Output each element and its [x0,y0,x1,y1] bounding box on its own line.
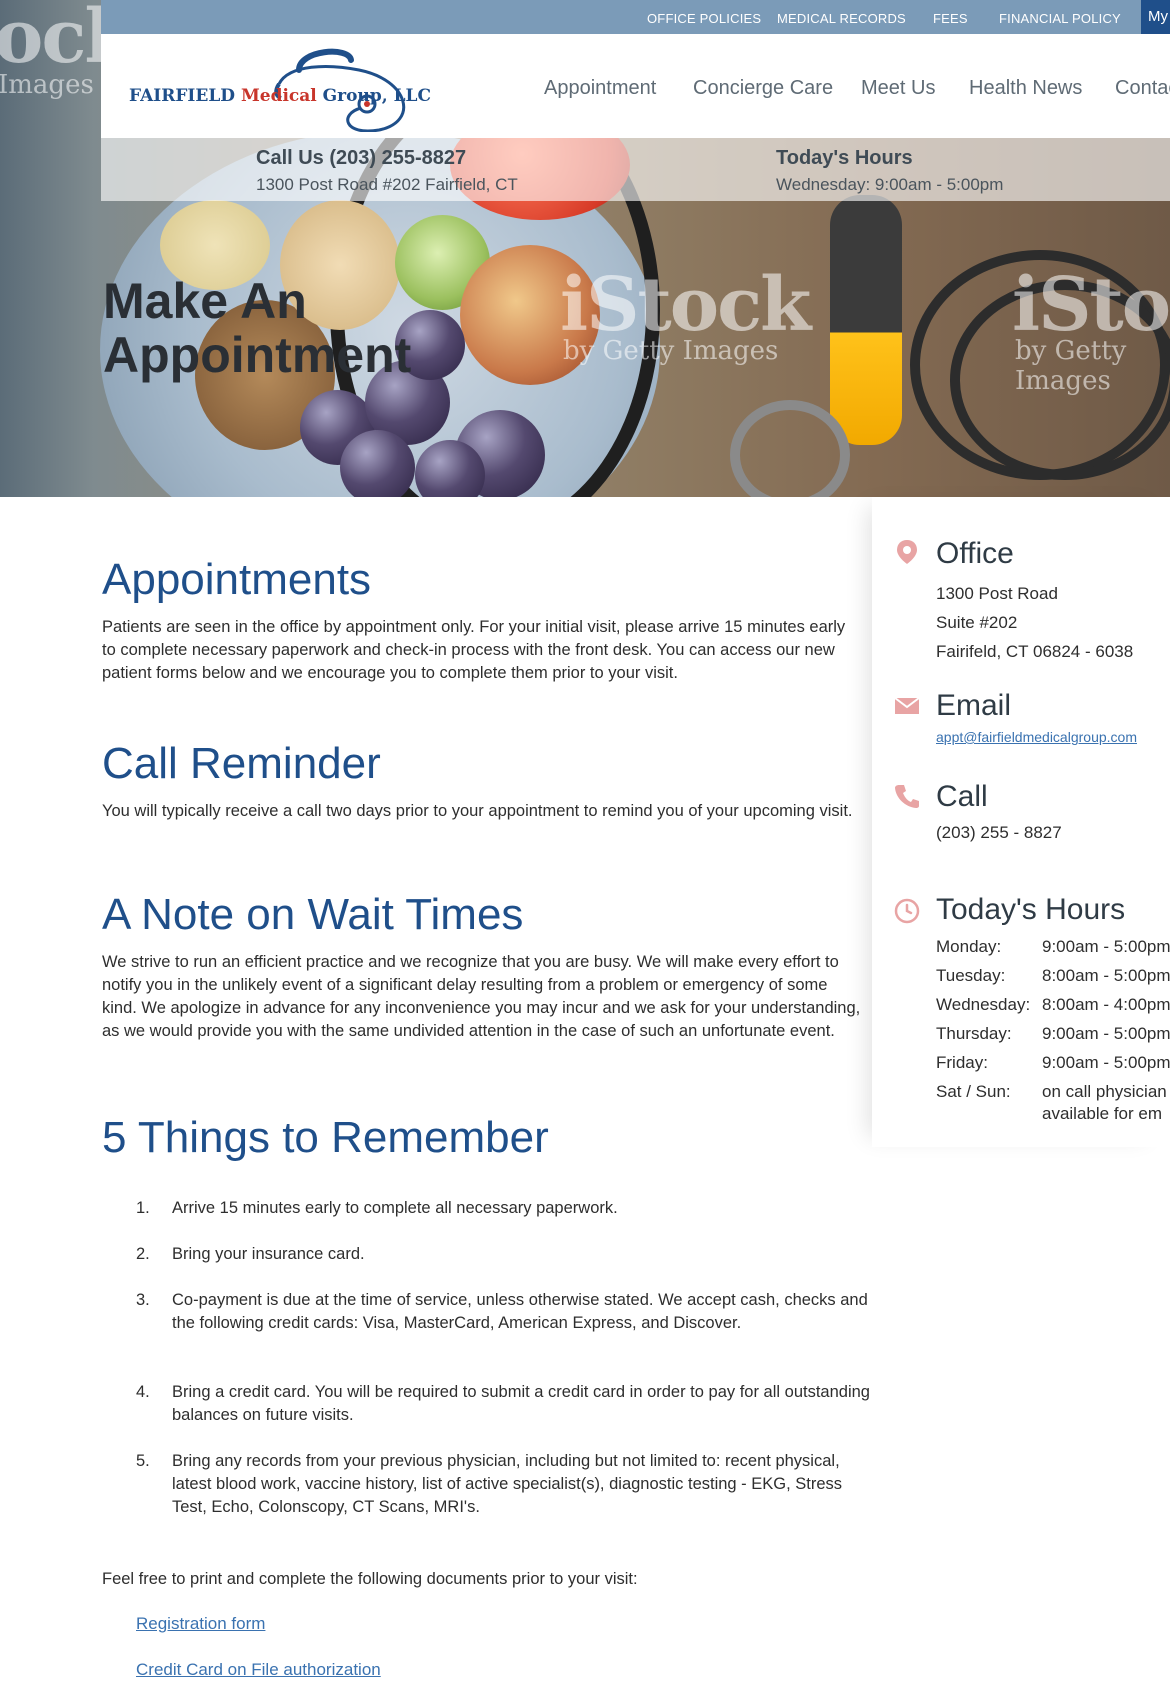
page-title: Make An Appointment [103,274,411,382]
list-item-number: 1. [136,1199,150,1217]
email-heading: Email [936,689,1012,722]
office-address-line: 1300 Post Road [936,584,1058,603]
five-things-heading: 5 Things to Remember [102,1113,549,1162]
nav-item-meet-us[interactable]: Meet Us [861,77,935,100]
map-pin-icon [897,540,917,564]
hours-time: 9:00am - 5:00pm [1042,937,1170,956]
hours-heading: Today's Hours [936,893,1126,926]
hero-watermark-sub: Images [0,70,94,100]
office-address-line: Suite #202 [936,613,1018,632]
site-header: FAIRFIELD Medical Group, LLC Appointment… [101,34,1170,138]
hours-day: Thursday: [936,1024,1012,1043]
appointments-heading: Appointments [102,555,372,604]
hero-watermark-sub: by Getty Images [563,336,779,366]
hours-day: Friday: [936,1053,988,1072]
list-item-text: Arrive 15 minutes early to complete all … [172,1199,618,1217]
todays-hours-value: Wednesday: 9:00am - 5:00pm [776,175,1004,194]
documents-intro: Feel free to print and complete the foll… [102,1570,638,1588]
list-item-number: 3. [136,1291,150,1309]
logo-text: FAIRFIELD Medical Group, LLC [129,86,431,106]
site-logo[interactable]: FAIRFIELD Medical Group, LLC [129,44,431,132]
todays-hours-heading: Today's Hours [776,147,913,169]
credit-card-authorization-link[interactable]: Credit Card on File authorization [136,1660,381,1680]
wait-times-heading: A Note on Wait Times [102,890,524,939]
utility-link-fees[interactable]: FEES [933,11,968,26]
hours-time: 9:00am - 5:00pm [1042,1053,1170,1072]
contact-info-strip: Call Us (203) 255-8827 1300 Post Road #2… [101,138,1170,201]
list-item-text: Co-payment is due at the time of service… [172,1291,868,1332]
hours-time: available for em [1042,1104,1163,1123]
hours-day: Wednesday: [936,995,1031,1014]
logo-text-part: FAIRFIELD [129,86,241,106]
utility-link-financial-policy[interactable]: FINANCIAL POLICY [999,11,1121,26]
page-title-line: Make An [103,273,307,329]
list-item-number: 4. [136,1383,150,1401]
page-title-line: Appointment [103,327,412,383]
hours-time: on call physician [1042,1082,1167,1101]
email-link[interactable]: appt@fairfieldmedicalgroup.com [936,729,1137,745]
office-address-line: Fairifeld, CT 06824 - 6038 [936,642,1134,661]
list-item-number: 5. [136,1452,150,1470]
hours-time: 8:00am - 4:00pm [1042,995,1170,1014]
call-number[interactable]: (203) 255 - 8827 [936,823,1062,843]
nav-item-concierge-care[interactable]: Concierge Care [693,77,833,100]
hero-watermark-sub: by Getty Images [1015,336,1127,396]
list-item-text: Bring any records from your previous phy… [172,1452,843,1516]
logo-text-part: Medical [240,86,317,106]
nav-item-appointment[interactable]: Appointment [544,77,656,100]
my-account-button[interactable]: My [1141,0,1170,34]
logo-text-part: Group, LLC [316,86,432,106]
list-item-text: Bring your insurance card. [172,1245,365,1263]
hours-time: 9:00am - 5:00pm [1042,1024,1170,1043]
utility-link-office-policies[interactable]: OFFICE POLICIES [647,11,761,26]
nav-item-contact[interactable]: Contac [1115,77,1170,100]
hours-day: Tuesday: [936,966,1006,985]
list-item-text: Bring a credit card. You will be require… [172,1383,870,1424]
envelope-icon [894,697,920,714]
office-heading: Office [936,537,1014,570]
utility-nav: OFFICE POLICIES MEDICAL RECORDS FEES FIN… [101,0,1170,34]
utility-link-medical-records[interactable]: MEDICAL RECORDS [777,11,906,26]
wait-times-text: We strive to run an efficient practice a… [102,953,861,1040]
call-us-heading[interactable]: Call Us (203) 255-8827 [256,147,466,170]
contact-sidebar: Office 1300 Post Road Suite #202 Fairife… [872,497,1170,1147]
call-heading: Call [936,780,988,813]
hours-day: Sat / Sun: [936,1082,1011,1101]
list-item-number: 2. [136,1245,150,1263]
hero-grape-image [340,430,415,497]
registration-form-link[interactable]: Registration form [136,1614,265,1634]
appointments-text: Patients are seen in the office by appoi… [102,618,846,682]
call-reminder-heading: Call Reminder [102,739,381,788]
hours-time: 8:00am - 5:00pm [1042,966,1170,985]
hours-day: Monday: [936,937,1002,956]
nav-item-health-news[interactable]: Health News [969,77,1082,100]
phone-icon [895,785,919,808]
clock-icon [894,898,920,924]
call-reminder-text: You will typically receive a call two da… [102,802,853,820]
strip-address: 1300 Post Road #202 Fairfield, CT [256,175,518,194]
hero-jump-rope-handle-image [830,195,902,445]
